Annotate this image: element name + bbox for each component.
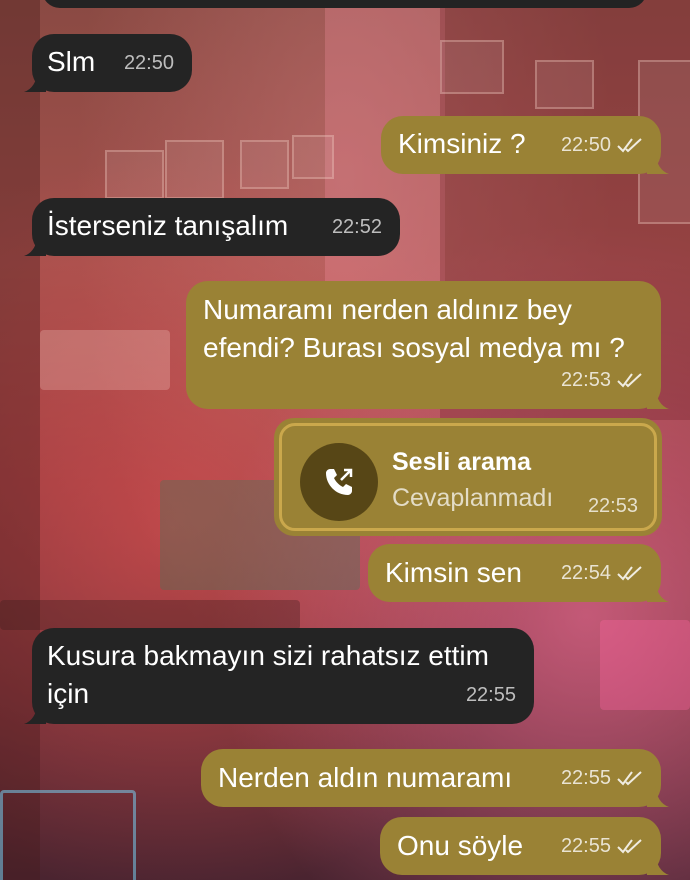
- message-meta: 22:54: [561, 554, 643, 592]
- call-time: 22:53: [587, 495, 638, 517]
- message-meta: 22:55: [561, 759, 643, 797]
- message-meta: 22:55: [561, 827, 643, 865]
- bubble-tail: [647, 785, 669, 807]
- message-time: 22:50: [560, 134, 611, 156]
- message-time: 22:54: [560, 562, 611, 584]
- message-text: Nerden aldın numaramı: [218, 762, 513, 793]
- message-text: Onu söyle: [397, 830, 524, 861]
- phone-outgoing-icon[interactable]: [300, 443, 378, 521]
- message-time: 22:53: [560, 369, 611, 391]
- call-status: Cevaplanmadı: [392, 484, 554, 512]
- previous-message-bubble: [42, 0, 647, 8]
- call-title: Sesli arama: [392, 448, 531, 476]
- bubble-tail: [647, 152, 669, 174]
- message-time: 22:55: [560, 835, 611, 857]
- message-outgoing[interactable]: Kimsin sen 22:54: [368, 544, 669, 602]
- phone-icon: [326, 468, 353, 495]
- message-incoming[interactable]: Kusura bakmayın sizi rahatsız ettim için…: [24, 628, 534, 724]
- message-outgoing[interactable]: Nerden aldın numaramı 22:55: [201, 749, 669, 807]
- message-text: Kimsiniz ?: [398, 128, 526, 159]
- bubble-tail: [24, 70, 46, 92]
- message-text: Kusura bakmayın sizi rahatsız ettim için: [47, 640, 489, 709]
- bubble-tail: [24, 702, 46, 724]
- bubble-tail: [647, 387, 669, 409]
- message-incoming[interactable]: İsterseniz tanışalım 22:52: [24, 198, 400, 256]
- message-time: 22:55: [465, 684, 516, 706]
- message-outgoing[interactable]: Kimsiniz ? 22:50: [381, 116, 669, 174]
- bubble-tail: [24, 234, 46, 256]
- message-text: İsterseniz tanışalım: [47, 210, 289, 241]
- message-incoming[interactable]: Slm 22:50: [24, 34, 192, 92]
- message-meta: 22:52: [332, 208, 382, 246]
- message-meta: 22:53: [561, 361, 643, 399]
- message-outgoing[interactable]: Onu söyle 22:55: [380, 817, 669, 875]
- double-check-icon: [617, 566, 642, 581]
- double-check-icon: [617, 373, 642, 388]
- message-text: Kimsin sen: [385, 557, 522, 588]
- call-card: Sesli arama Cevaplanmadı 22:53: [279, 423, 657, 531]
- message-meta: 22:50: [124, 44, 174, 82]
- message-time: 22:50: [123, 52, 174, 74]
- message-outgoing[interactable]: Numaramı nerden aldınız bey efendi? Bura…: [186, 281, 669, 409]
- double-check-icon: [617, 771, 642, 786]
- message-meta: 22:55: [466, 676, 516, 714]
- double-check-icon: [617, 138, 642, 153]
- message-text: Slm: [47, 46, 96, 77]
- message-time: 22:55: [560, 767, 611, 789]
- bubble-tail: [647, 853, 669, 875]
- double-check-icon: [617, 839, 642, 854]
- message-meta: 22:50: [561, 126, 643, 164]
- bubble-tail: [647, 580, 669, 602]
- message-time: 22:52: [331, 216, 382, 238]
- missed-voice-call[interactable]: Sesli arama Cevaplanmadı 22:53: [274, 418, 662, 536]
- message-text: Numaramı nerden aldınız bey efendi? Bura…: [203, 294, 625, 363]
